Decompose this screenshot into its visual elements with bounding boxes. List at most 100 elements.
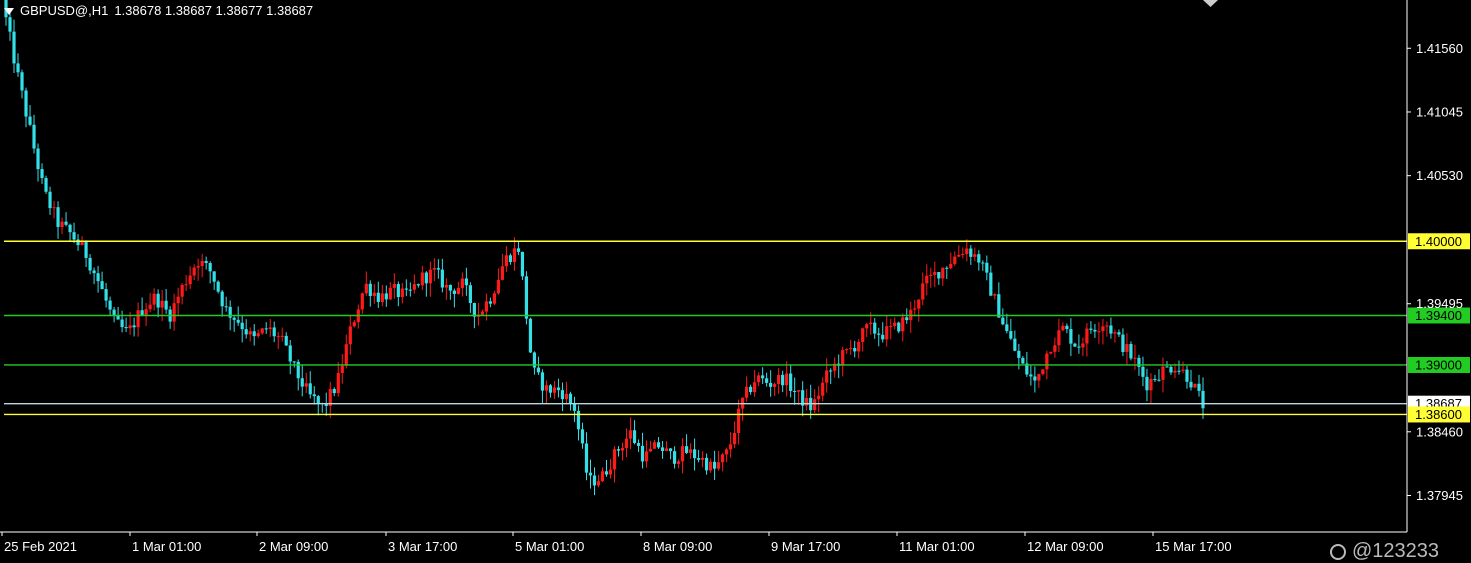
candle-body (188, 275, 192, 285)
candle (761, 367, 765, 384)
candle-body (304, 383, 308, 387)
candle (120, 310, 124, 333)
candle (877, 327, 881, 347)
y-tick-label: 1.41560 (1416, 41, 1463, 56)
candle (484, 293, 489, 321)
candle (488, 297, 493, 308)
candle (72, 222, 76, 243)
candle-body (1013, 338, 1017, 351)
candle-body (1197, 383, 1201, 391)
chart-shift-marker-icon (1203, 0, 1218, 7)
candle-body (941, 267, 945, 279)
candle-body (272, 327, 276, 337)
candle (296, 359, 300, 391)
candle (544, 380, 549, 404)
candle-body (672, 451, 677, 464)
candle (813, 389, 817, 414)
candle-body (400, 288, 404, 298)
candle-body (420, 272, 424, 286)
candle (849, 339, 853, 355)
candle-body (592, 475, 597, 486)
candle (917, 299, 921, 322)
candle (308, 371, 312, 399)
candle-body (300, 378, 304, 387)
candle (492, 290, 497, 306)
candle (108, 296, 112, 317)
candle (512, 237, 517, 271)
candle (949, 252, 953, 270)
candle-body (460, 278, 464, 288)
candle (692, 438, 697, 471)
candle (1181, 361, 1185, 374)
candle (1037, 373, 1041, 388)
candle (720, 452, 725, 472)
candle (48, 186, 52, 215)
candle-body (368, 283, 372, 296)
candle-body (504, 255, 509, 267)
candle-body (680, 446, 685, 462)
candle-body (825, 370, 829, 383)
price-levels-layer: 1.400001.394001.390001.386871.38600 (4, 233, 1470, 423)
candle (837, 354, 841, 379)
candle-body (624, 438, 629, 448)
candle (1065, 323, 1069, 334)
dropdown-triangle-icon[interactable] (4, 7, 14, 15)
candle-body (917, 299, 921, 309)
candle-body (1061, 325, 1065, 331)
candle-body (1177, 370, 1181, 372)
candle (300, 365, 304, 397)
candle-body (68, 224, 72, 233)
x-tick-label: 9 Mar 17:00 (771, 539, 840, 554)
candle-body (720, 454, 725, 463)
candle (829, 368, 833, 385)
candle-body (953, 256, 957, 264)
candle (588, 459, 593, 489)
candle (156, 289, 160, 318)
candle (981, 260, 985, 271)
candle (604, 459, 609, 477)
candle-body (600, 471, 605, 482)
candle-body (745, 386, 749, 398)
candle-body (544, 385, 549, 391)
candle (160, 289, 164, 322)
candle-body (873, 322, 877, 334)
candle (676, 459, 681, 469)
candle (825, 358, 829, 393)
candle-body (1089, 328, 1093, 330)
candle-body (1141, 366, 1145, 377)
candle-body (829, 370, 833, 372)
candle (612, 446, 617, 483)
candle-body (540, 372, 545, 391)
candle (192, 264, 196, 281)
candle-body (244, 329, 248, 335)
candle-body (284, 335, 288, 346)
candle (548, 384, 553, 398)
candle (368, 280, 372, 307)
candle (725, 447, 729, 463)
candle-body (216, 281, 220, 292)
candle-body (1081, 343, 1085, 348)
candle (592, 467, 597, 496)
candle-body (861, 328, 865, 343)
candle (408, 282, 412, 297)
candle (937, 271, 941, 285)
candle (1053, 337, 1057, 358)
candle-body (957, 254, 961, 257)
candle (280, 327, 284, 342)
candle (252, 324, 256, 346)
candle (116, 306, 120, 320)
candle (777, 368, 781, 394)
candle (933, 261, 937, 288)
candle (909, 301, 913, 333)
candle-body (841, 350, 845, 366)
candle-body (1185, 369, 1189, 382)
candle-body (88, 257, 92, 271)
candle (224, 296, 228, 312)
candle-body (416, 284, 420, 286)
candle (893, 317, 897, 330)
candle (416, 283, 420, 288)
candle (1085, 323, 1089, 357)
candle (1117, 329, 1121, 337)
candle (200, 253, 204, 278)
candle (704, 453, 709, 475)
